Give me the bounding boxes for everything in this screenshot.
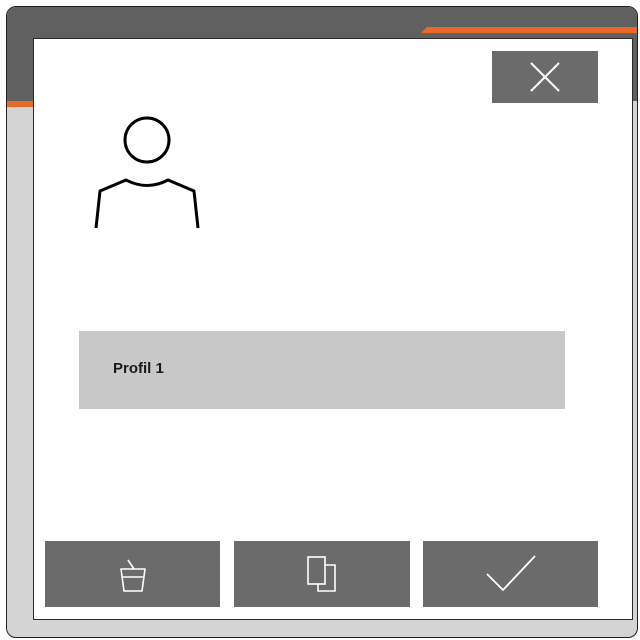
- checkmark-icon: [485, 555, 536, 592]
- trash-icon: [119, 559, 146, 592]
- person-icon: [94, 116, 200, 229]
- profile-name-text: Profil 1: [113, 360, 164, 377]
- profile-name-field[interactable]: Profil 1: [79, 331, 565, 409]
- copy-button[interactable]: [234, 541, 410, 607]
- delete-button[interactable]: [45, 541, 220, 607]
- accent-stripe-left: [7, 101, 33, 107]
- close-button[interactable]: [492, 51, 598, 103]
- terminal-screen: Profil 1: [6, 6, 638, 638]
- accent-stripe-right: [427, 27, 637, 33]
- profile-dialog: Profil 1: [33, 38, 633, 620]
- confirm-button[interactable]: [423, 541, 598, 607]
- close-icon: [530, 62, 560, 92]
- copy-icon: [307, 556, 336, 592]
